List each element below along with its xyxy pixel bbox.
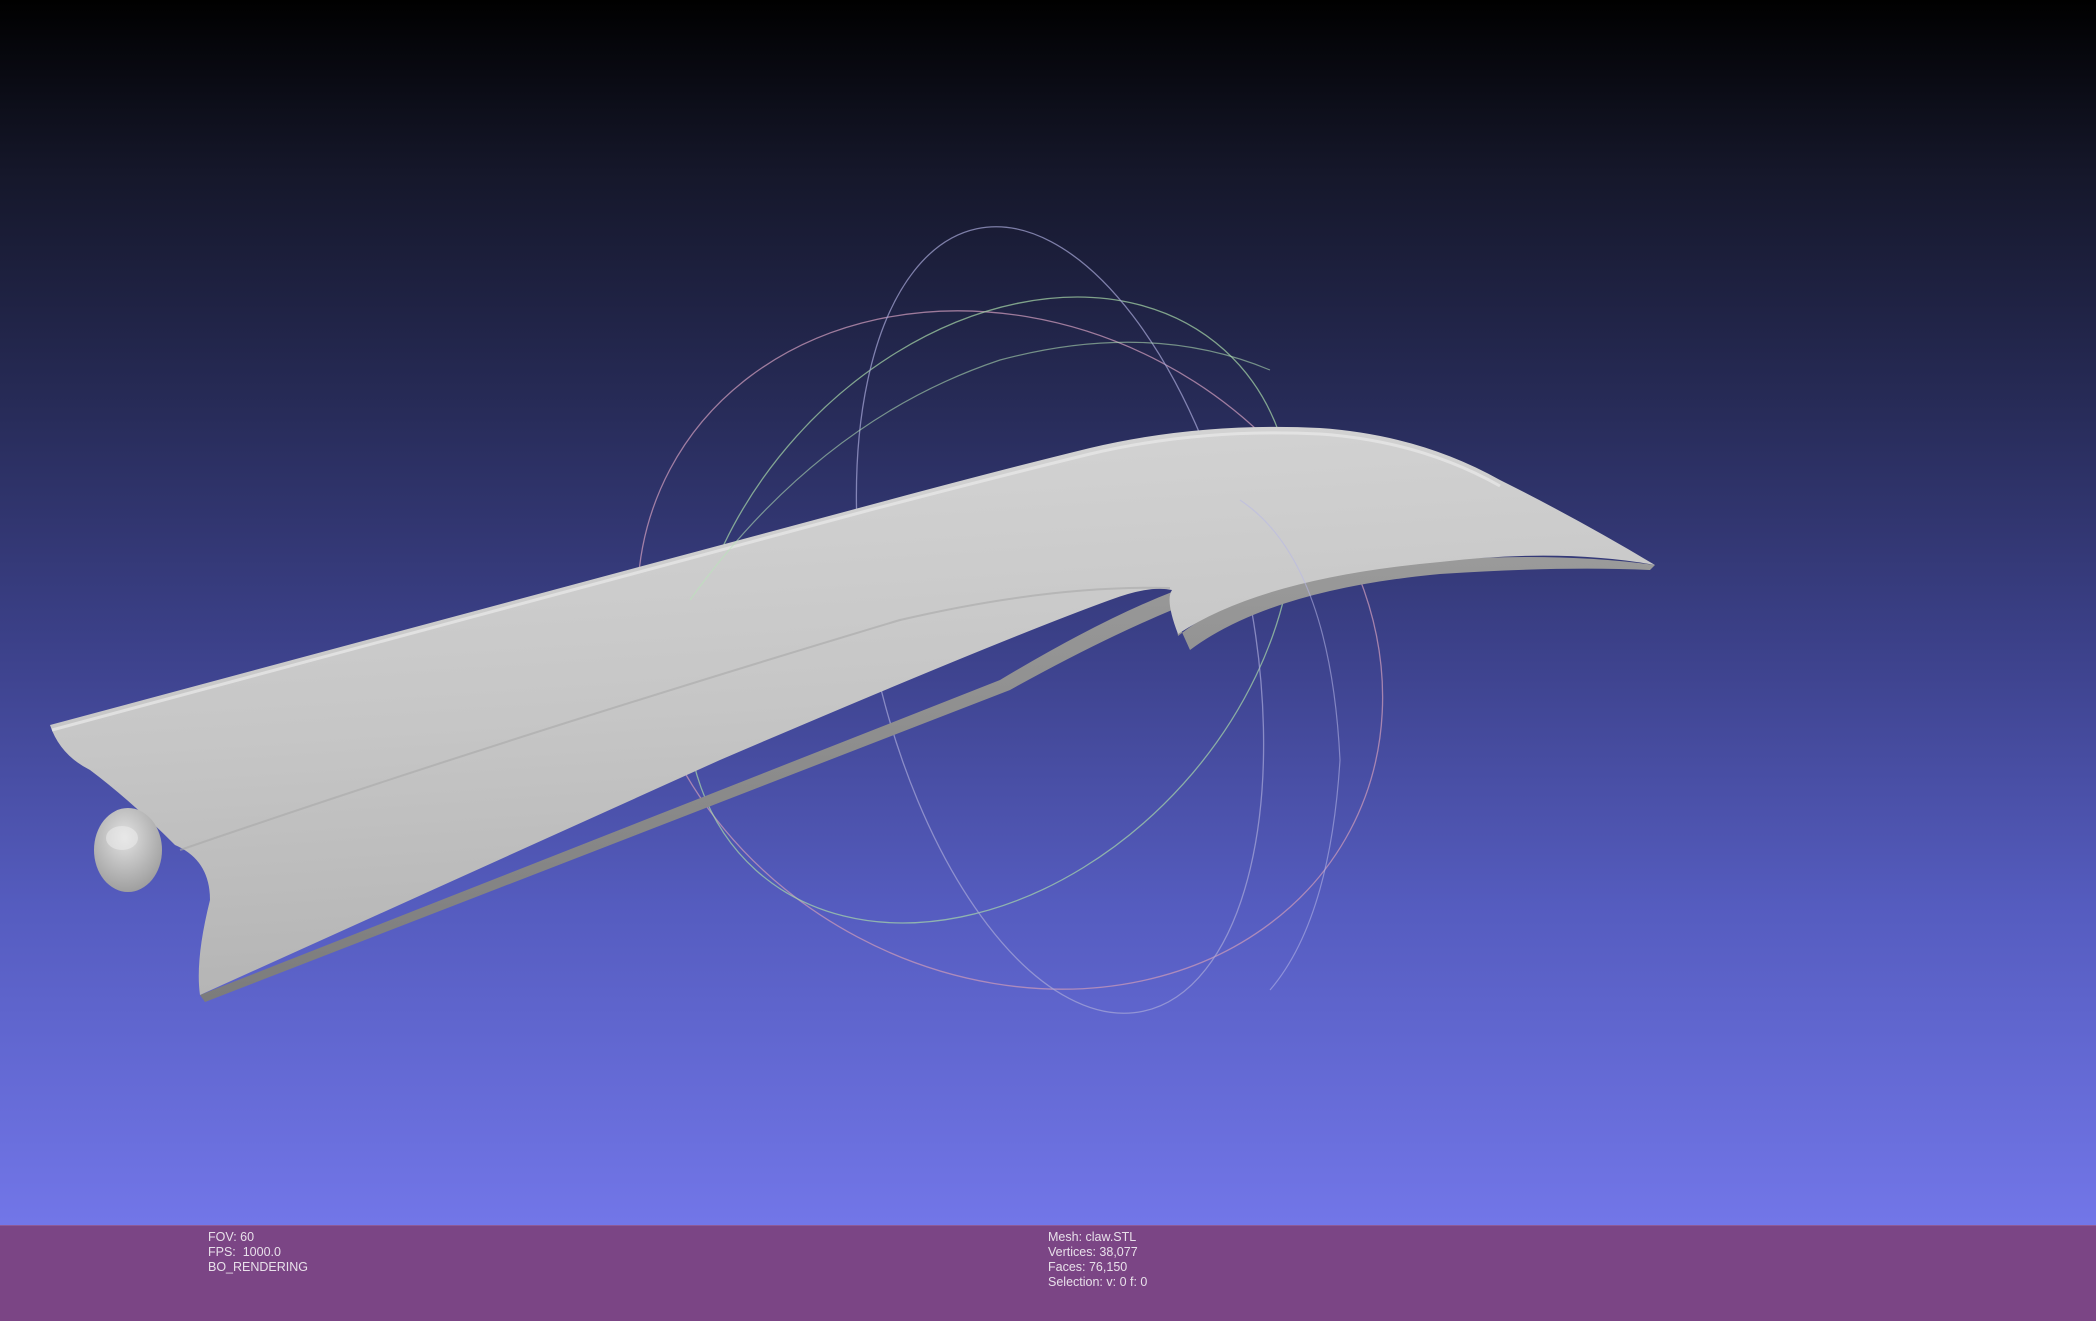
mesh-info-panel: Mesh: claw.STL Vertices: 38,077 Faces: 7… xyxy=(1048,1230,1147,1290)
vertices-count-label: Vertices: 38,077 xyxy=(1048,1245,1138,1259)
render-mode-label: BO_RENDERING xyxy=(208,1260,309,1274)
mesh-name-label: Mesh: claw.STL xyxy=(1048,1230,1137,1244)
view-info-panel: FOV: 60 FPS: 1000.0 BO_RENDERING xyxy=(208,1230,308,1275)
selection-label: Selection: v: 0 f: 0 xyxy=(1048,1275,1148,1289)
claw-knob xyxy=(94,808,162,892)
claw-mesh xyxy=(50,426,1655,1002)
3d-viewport[interactable] xyxy=(0,0,2096,1225)
fps-label: FPS: 1000.0 xyxy=(208,1245,281,1259)
status-bar: FOV: 60 FPS: 1000.0 BO_RENDERING Mesh: c… xyxy=(0,1225,2096,1321)
faces-count-label: Faces: 76,150 xyxy=(1048,1260,1128,1274)
scene-canvas[interactable] xyxy=(0,0,2096,1225)
fov-label: FOV: 60 xyxy=(208,1230,255,1244)
